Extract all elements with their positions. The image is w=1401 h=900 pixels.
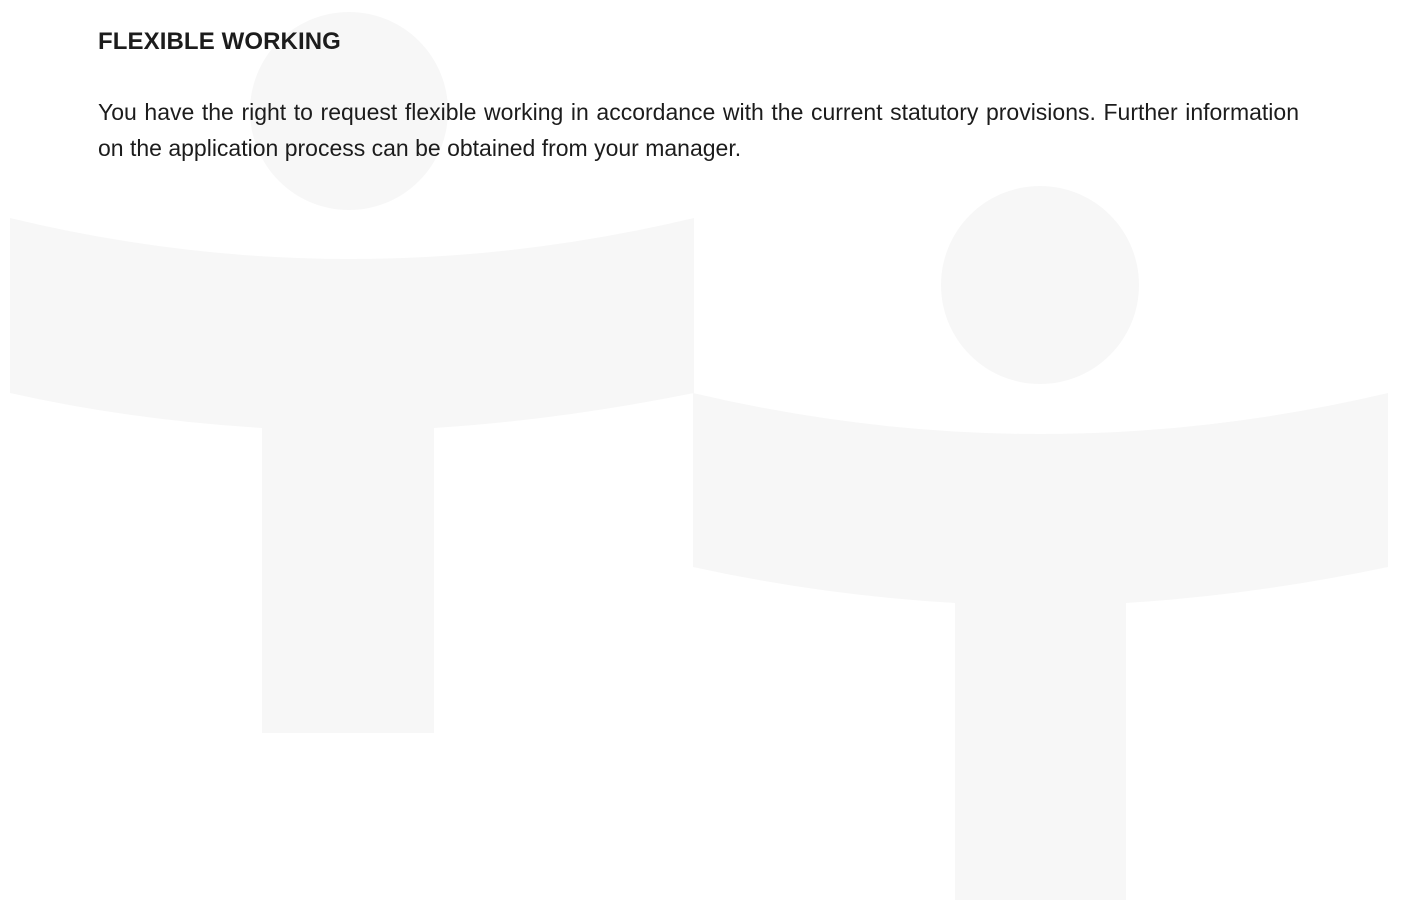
document-section: FLEXIBLE WORKING You have the right to r… xyxy=(98,26,1299,166)
section-paragraph: You have the right to request flexible w… xyxy=(98,99,1299,161)
person-figure-icon-right xyxy=(693,186,1388,900)
section-heading: FLEXIBLE WORKING xyxy=(98,28,341,55)
